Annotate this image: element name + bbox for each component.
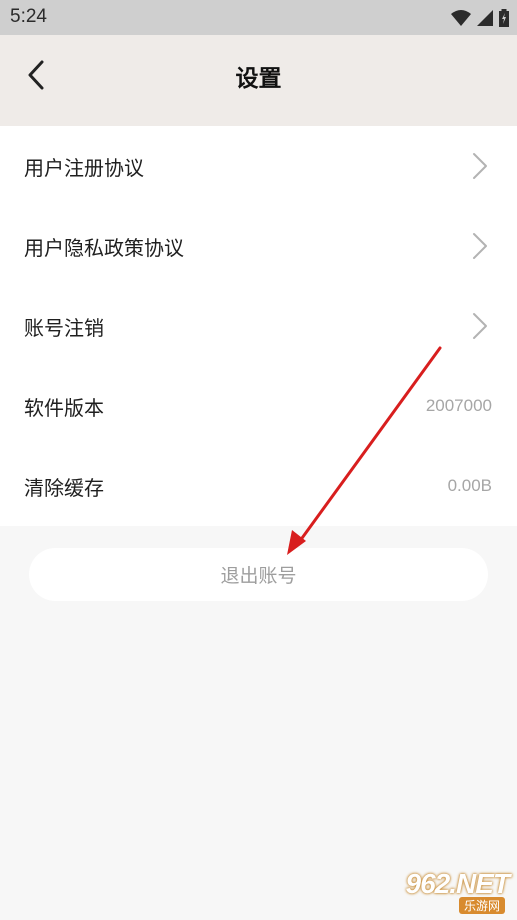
settings-item-label: 用户隐私政策协议 xyxy=(24,235,184,260)
battery-icon xyxy=(499,9,509,27)
watermark-logo: 962.NET 乐游网 xyxy=(369,868,510,914)
status-time: 5:24 xyxy=(10,6,47,27)
watermark-main-text: 962.NET xyxy=(405,868,510,899)
page-title: 设置 xyxy=(235,66,282,92)
settings-item-label: 清除缓存 xyxy=(24,475,104,500)
version-value: 2007000 xyxy=(425,396,492,415)
settings-item-label: 软件版本 xyxy=(24,395,104,420)
cellular-signal-icon xyxy=(477,10,493,26)
chevron-right-icon xyxy=(471,232,489,260)
chevron-right-icon xyxy=(471,312,489,340)
settings-item-privacy-policy[interactable]: 用户隐私政策协议 xyxy=(0,206,517,286)
chevron-right-icon xyxy=(471,152,489,180)
settings-item-account-deletion[interactable]: 账号注销 xyxy=(0,286,517,366)
settings-item-label: 用户注册协议 xyxy=(24,155,144,180)
header: 设置 xyxy=(0,35,517,126)
settings-item-registration-agreement[interactable]: 用户注册协议 xyxy=(0,126,517,206)
logout-button[interactable]: 退出账号 xyxy=(29,548,488,601)
settings-item-software-version: 软件版本 2007000 xyxy=(0,366,517,446)
status-bar: 5:24 xyxy=(0,0,517,35)
settings-list: 用户注册协议 用户隐私政策协议 账号注销 软件版本 2007000 清除缓存 0… xyxy=(0,126,517,526)
status-icons xyxy=(451,7,509,29)
settings-item-clear-cache[interactable]: 清除缓存 0.00B xyxy=(0,446,517,526)
wifi-icon xyxy=(451,10,471,26)
cache-size-value: 0.00B xyxy=(447,476,492,495)
watermark-sub-text: 乐游网 xyxy=(458,897,505,914)
settings-item-label: 账号注销 xyxy=(24,315,104,340)
